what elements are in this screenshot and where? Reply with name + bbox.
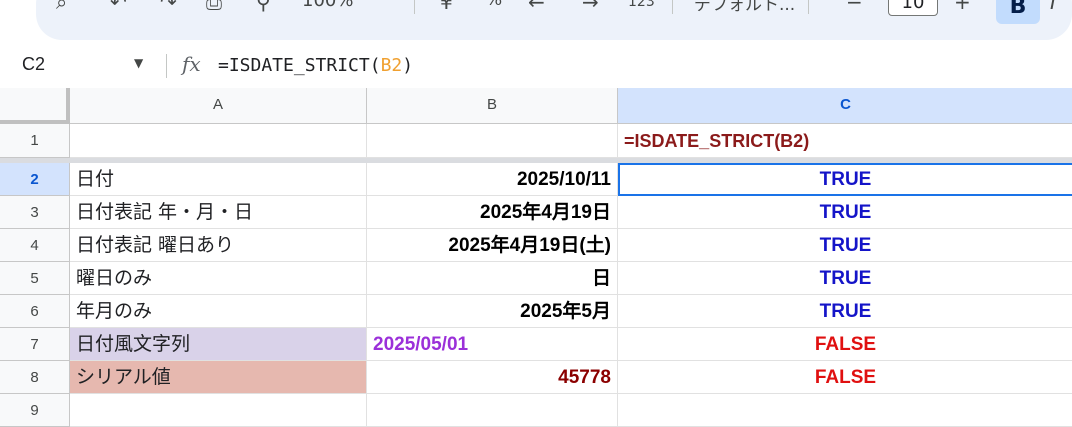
decrease-decimal-icon[interactable]: ←: [528, 0, 545, 14]
cell-b7[interactable]: 2025/05/01: [367, 328, 618, 361]
formula-input[interactable]: =ISDATE_STRICT(B2): [218, 55, 413, 76]
paint-format-icon[interactable]: ⚲: [256, 0, 271, 14]
zoom-select[interactable]: 100%: [302, 0, 353, 11]
fx-icon: fx: [182, 52, 201, 76]
cell-a9[interactable]: [70, 394, 367, 427]
formula-text: ): [402, 55, 414, 76]
cell-b6[interactable]: 2025年5月: [367, 295, 618, 328]
cell-a8[interactable]: シリアル値: [70, 361, 367, 394]
row-header[interactable]: 3: [0, 196, 70, 229]
toolbar: ⌕ ↶ ↷ ⎙ ⚲ 100% ¥ % ← → 123 デフォルト... − 10…: [0, 0, 1072, 44]
column-header-c[interactable]: C: [618, 88, 1072, 124]
separator: [166, 54, 167, 78]
formula-bar: C2 ▼ fx =ISDATE_STRICT(B2): [0, 44, 1072, 89]
separator: [672, 0, 673, 14]
cell-c3[interactable]: TRUE: [618, 196, 1072, 229]
formula-reference: B2: [380, 55, 403, 76]
font-size-input[interactable]: 10: [888, 0, 938, 16]
cell-b8[interactable]: 45778: [367, 361, 618, 394]
cell-c2[interactable]: TRUE: [618, 163, 1072, 196]
cell-b1[interactable]: [367, 124, 618, 158]
number-format-button[interactable]: 123: [628, 0, 655, 10]
cell-a7[interactable]: 日付風文字列: [70, 328, 367, 361]
row-header[interactable]: 8: [0, 361, 70, 394]
font-select[interactable]: デフォルト...: [694, 0, 795, 15]
cell-c8[interactable]: FALSE: [618, 361, 1072, 394]
select-all-corner[interactable]: [0, 88, 70, 124]
cell-c4[interactable]: TRUE: [618, 229, 1072, 262]
column-header-a[interactable]: A: [70, 88, 367, 124]
cell-a5[interactable]: 曜日のみ: [70, 262, 367, 295]
cell-c5[interactable]: TRUE: [618, 262, 1072, 295]
bold-button[interactable]: B: [996, 0, 1040, 24]
cell-b9[interactable]: [367, 394, 618, 427]
cell-a3[interactable]: 日付表記 年・月・日: [70, 196, 367, 229]
cell-c6[interactable]: TRUE: [618, 295, 1072, 328]
increase-decimal-icon[interactable]: →: [582, 0, 599, 14]
search-icon[interactable]: ⌕: [56, 0, 67, 14]
row-header[interactable]: 5: [0, 262, 70, 295]
cell-a6[interactable]: 年月のみ: [70, 295, 367, 328]
print-icon[interactable]: ⎙: [206, 0, 222, 14]
name-box[interactable]: C2: [22, 54, 45, 75]
cell-b4[interactable]: 2025年4月19日(土): [367, 229, 618, 262]
chevron-down-icon[interactable]: ▼: [134, 56, 143, 70]
row-header[interactable]: 7: [0, 328, 70, 361]
row-header[interactable]: 1: [0, 124, 70, 158]
row-header[interactable]: 2: [0, 163, 70, 196]
row-header[interactable]: 6: [0, 295, 70, 328]
row-header[interactable]: 9: [0, 394, 70, 427]
row-header[interactable]: 4: [0, 229, 70, 262]
plus-icon[interactable]: +: [954, 0, 971, 14]
separator: [808, 0, 809, 14]
currency-button[interactable]: ¥: [440, 0, 453, 14]
cell-a2[interactable]: 日付: [70, 163, 367, 196]
italic-icon[interactable]: I: [1050, 0, 1056, 14]
undo-icon[interactable]: ↶: [110, 0, 127, 14]
cell-a1[interactable]: [70, 124, 367, 158]
cell-b3[interactable]: 2025年4月19日: [367, 196, 618, 229]
cell-c7[interactable]: FALSE: [618, 328, 1072, 361]
cell-c1[interactable]: =ISDATE_STRICT(B2): [618, 124, 1072, 158]
redo-icon[interactable]: ↷: [160, 0, 177, 14]
percent-button[interactable]: %: [486, 0, 502, 10]
cell-a4[interactable]: 日付表記 曜日あり: [70, 229, 367, 262]
cell-c9[interactable]: [618, 394, 1072, 427]
cell-b5[interactable]: 日: [367, 262, 618, 295]
formula-text: =ISDATE_STRICT(: [218, 55, 381, 76]
cell-b2[interactable]: 2025/10/11: [367, 163, 618, 196]
separator: [414, 0, 415, 14]
minus-icon[interactable]: −: [846, 0, 863, 14]
column-header-b[interactable]: B: [367, 88, 618, 124]
